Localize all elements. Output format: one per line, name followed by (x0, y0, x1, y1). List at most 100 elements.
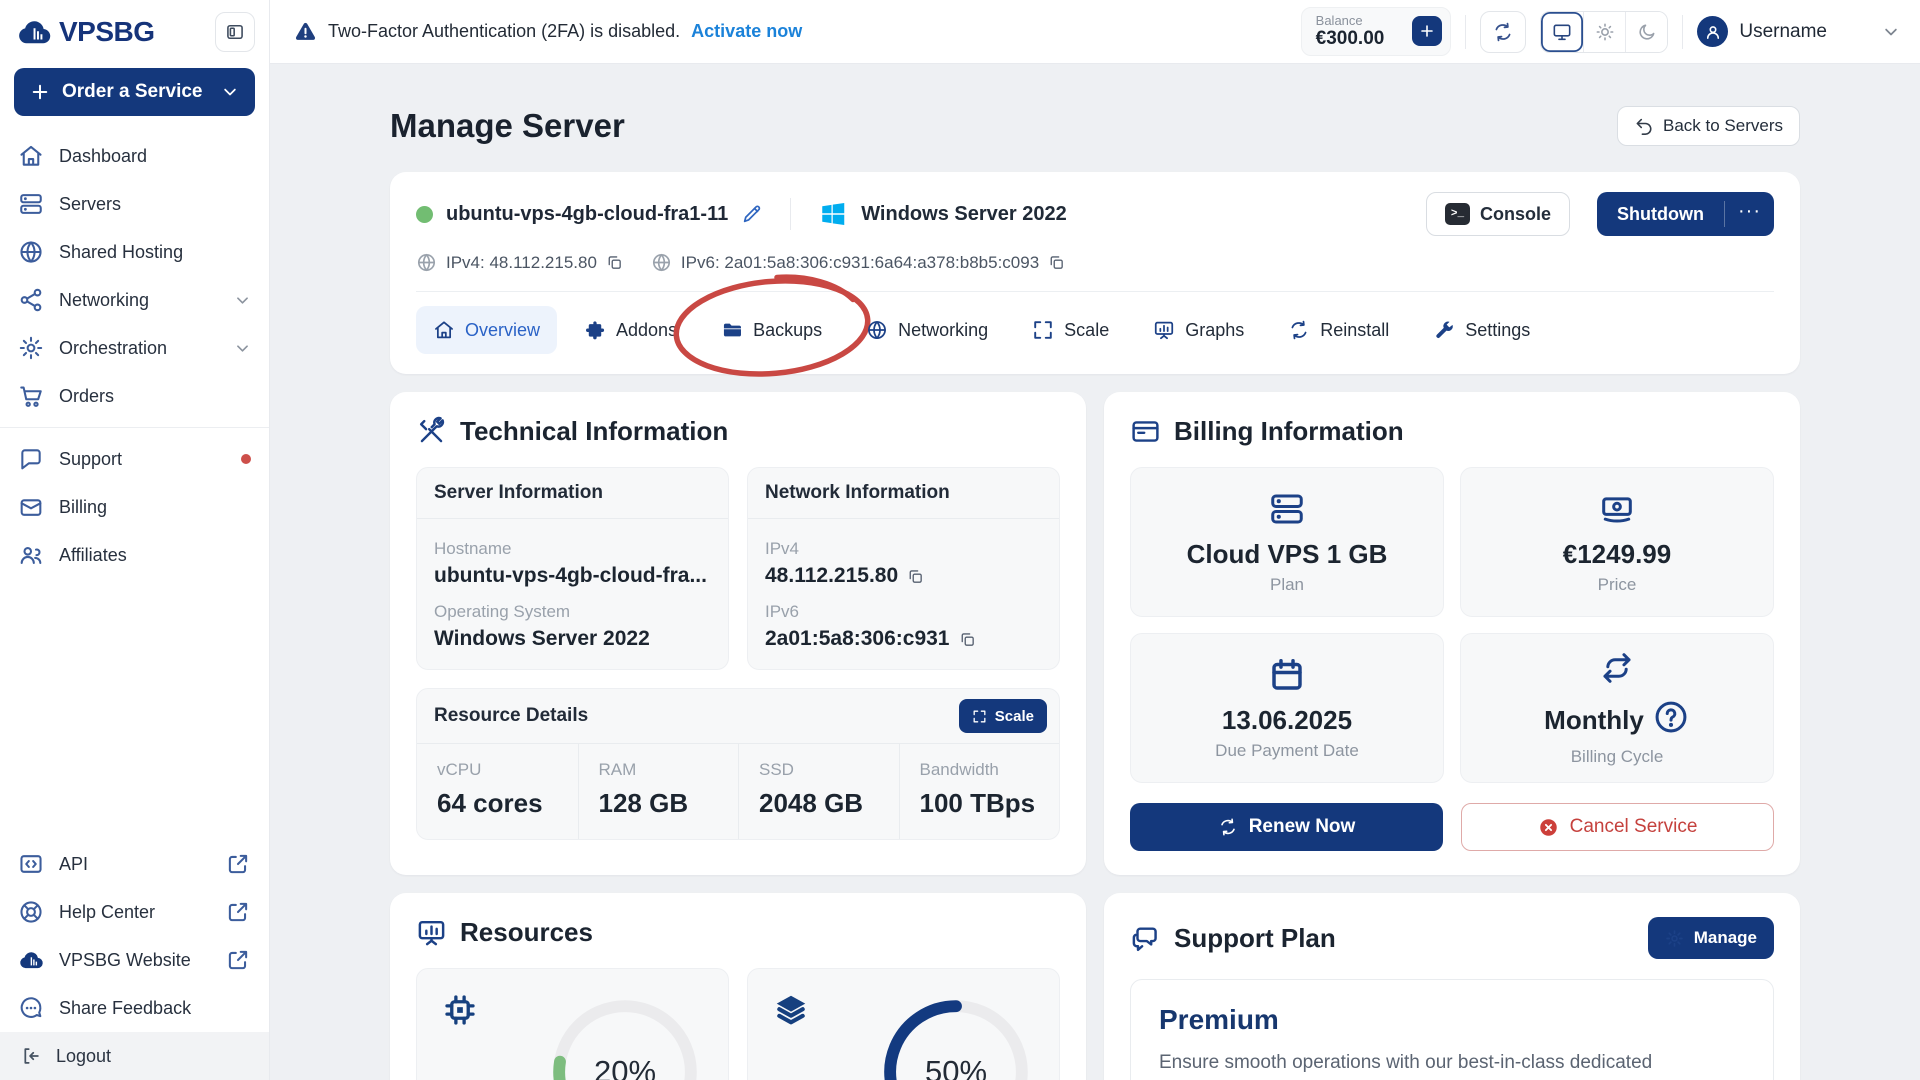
logo-text: VPSBG (59, 16, 155, 48)
due-date-label: Due Payment Date (1215, 741, 1359, 761)
theme-light-button[interactable] (1583, 12, 1625, 52)
expand-icon (1032, 319, 1054, 341)
chevron-down-icon (234, 340, 251, 357)
user-menu[interactable]: Username (1697, 16, 1900, 47)
cycle-icon (1598, 649, 1636, 687)
sidebar-item-servers[interactable]: Servers (0, 180, 269, 228)
sidebar-item-support[interactable]: Support (0, 435, 269, 483)
ram-usage-gauge: 50% (877, 993, 1035, 1080)
help-icon[interactable] (1652, 698, 1690, 736)
sidebar-item-networking[interactable]: Networking (0, 276, 269, 324)
tools-icon (416, 416, 447, 447)
server-tabs: Overview Addons Backups Networking S (416, 292, 1774, 358)
globe-icon (18, 239, 44, 265)
scale-button[interactable]: Scale (959, 699, 1047, 733)
globe-icon (416, 252, 437, 273)
plan-value: Cloud VPS 1 GB (1187, 539, 1388, 570)
billing-plan-card: Cloud VPS 1 GB Plan (1130, 467, 1444, 617)
console-button[interactable]: Console (1426, 192, 1570, 236)
renew-now-button[interactable]: Renew Now (1130, 803, 1443, 851)
external-link-icon (225, 947, 251, 973)
copy-ipv4-button[interactable] (907, 568, 924, 585)
code-icon (18, 851, 44, 877)
server-os: Windows Server 2022 (861, 203, 1066, 226)
globe-icon (651, 252, 672, 273)
os-value: Windows Server 2022 (434, 627, 711, 651)
logout-icon (20, 1045, 42, 1067)
copy-ipv6-button[interactable] (1048, 254, 1065, 271)
chart-board-icon (416, 917, 447, 948)
ipv4-row: IPv4: 48.112.215.80 (416, 252, 623, 273)
theme-switcher (1540, 11, 1668, 53)
tab-networking[interactable]: Networking (849, 306, 1005, 354)
vpsbg-logo[interactable]: VPSBG (16, 14, 155, 50)
tab-addons[interactable]: Addons (567, 306, 694, 354)
ram-usage-card: RAM 4 GB / 8 GB 50% (747, 968, 1060, 1080)
calendar-icon (1268, 656, 1306, 694)
back-arrow-icon (1634, 116, 1654, 136)
copy-ipv4-button[interactable] (606, 254, 623, 271)
topbar-divider (1682, 15, 1683, 49)
edit-server-name-button[interactable] (741, 203, 763, 225)
pencil-icon (741, 203, 763, 225)
server-card: ubuntu-vps-4gb-cloud-fra1-11 Windows Ser… (390, 172, 1800, 374)
refresh-icon (1492, 21, 1514, 43)
sidebar-item-help-center[interactable]: Help Center (0, 888, 269, 936)
tab-backups[interactable]: Backups (704, 306, 839, 354)
plan-name: Premium (1159, 1004, 1745, 1036)
chevron-down-icon (221, 83, 239, 101)
os-label: Operating System (434, 602, 711, 622)
copy-icon (606, 254, 623, 271)
sidebar-item-billing[interactable]: Billing (0, 483, 269, 531)
balance-value: €300.00 (1316, 29, 1385, 50)
credit-card-icon (1130, 416, 1161, 447)
ipv4-address: IPv4: 48.112.215.80 (446, 253, 597, 273)
premium-plan-card: Premium Ensure smooth operations with ou… (1130, 979, 1774, 1080)
sidebar-item-share-feedback[interactable]: Share Feedback (0, 984, 269, 1032)
activate-2fa-link[interactable]: Activate now (691, 21, 802, 42)
billing-cycle-label: Billing Cycle (1571, 747, 1664, 767)
sidebar-item-orders[interactable]: Orders (0, 372, 269, 420)
theme-dark-button[interactable] (1625, 12, 1667, 52)
add-funds-button[interactable] (1412, 16, 1442, 46)
sidebar-item-orchestration[interactable]: Orchestration (0, 324, 269, 372)
chip-icon (441, 991, 479, 1029)
sidebar-item-dashboard[interactable]: Dashboard (0, 132, 269, 180)
tab-graphs[interactable]: Graphs (1136, 306, 1261, 354)
external-link-icon (225, 851, 251, 877)
server-information-card: Server Information Hostname ubuntu-vps-4… (416, 467, 729, 670)
resource-ssd: SSD 2048 GB (738, 744, 899, 839)
manage-support-plan-button[interactable]: Manage (1648, 917, 1774, 959)
server-name: ubuntu-vps-4gb-cloud-fra1-11 (446, 203, 728, 226)
billing-cycle-card: Monthly Billing Cycle (1460, 633, 1774, 783)
resources-title: Resources (460, 917, 593, 948)
sidebar-item-shared-hosting[interactable]: Shared Hosting (0, 228, 269, 276)
back-to-servers-button[interactable]: Back to Servers (1617, 106, 1800, 146)
folder-icon (721, 319, 743, 341)
sidebar-item-affiliates[interactable]: Affiliates (0, 531, 269, 579)
collapse-sidebar-icon (225, 22, 245, 42)
copy-ipv6-button[interactable] (959, 631, 976, 648)
tab-scale[interactable]: Scale (1015, 306, 1126, 354)
notification-dot (241, 454, 251, 464)
order-a-service-button[interactable]: Order a Service (14, 68, 255, 116)
sidebar-item-api[interactable]: API (0, 840, 269, 888)
chevron-down-icon (234, 292, 251, 309)
sidebar-item-vpsbg-website[interactable]: VPSBG Website (0, 936, 269, 984)
globe-icon (866, 319, 888, 341)
shutdown-button[interactable]: Shutdown (1597, 192, 1774, 236)
tab-overview[interactable]: Overview (416, 306, 557, 354)
sidebar: VPSBG Order a Service Dashboard Servers … (0, 0, 270, 1080)
logout-button[interactable]: Logout (0, 1032, 269, 1080)
external-link-icon (225, 899, 251, 925)
cart-icon (18, 383, 44, 409)
tab-settings[interactable]: Settings (1416, 306, 1547, 354)
theme-system-button[interactable] (1541, 12, 1583, 52)
more-options-icon[interactable] (1725, 192, 1774, 236)
ipv4-label: IPv4 (765, 539, 1042, 559)
cancel-service-button[interactable]: Cancel Service (1461, 803, 1774, 851)
refresh-button[interactable] (1480, 11, 1526, 53)
support-plan-title: Support Plan (1174, 923, 1336, 954)
tab-reinstall[interactable]: Reinstall (1271, 306, 1406, 354)
sidebar-collapse-button[interactable] (215, 12, 255, 52)
